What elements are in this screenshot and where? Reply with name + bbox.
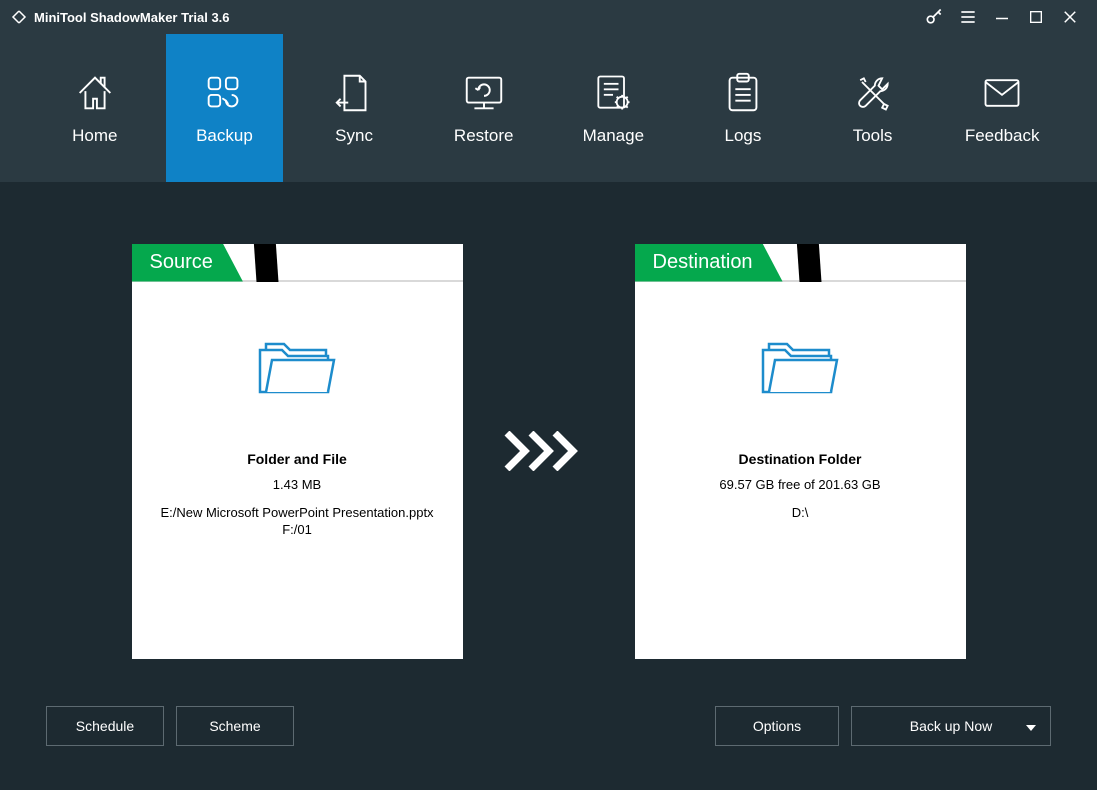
source-card[interactable]: Source Folder and File 1.43 MB E:/New Mi… — [132, 244, 463, 659]
nav-home[interactable]: Home — [36, 34, 154, 182]
source-tab-header: Source — [132, 244, 463, 282]
nav-logs[interactable]: Logs — [684, 34, 802, 182]
destination-size: 69.57 GB free of 201.63 GB — [719, 477, 880, 492]
backup-icon — [201, 70, 247, 116]
backup-now-button[interactable]: Back up Now — [851, 706, 1051, 746]
backup-now-label: Back up Now — [910, 718, 992, 734]
nav-backup-label: Backup — [196, 126, 253, 146]
folder-icon — [254, 332, 340, 405]
nav-backup[interactable]: Backup — [166, 34, 284, 182]
restore-icon — [460, 70, 508, 116]
nav-feedback-label: Feedback — [965, 126, 1040, 146]
menu-icon[interactable] — [951, 0, 985, 34]
nav-home-label: Home — [72, 126, 117, 146]
app-logo-icon — [10, 8, 28, 26]
schedule-button[interactable]: Schedule — [46, 706, 164, 746]
logs-icon — [723, 70, 763, 116]
nav-restore-label: Restore — [454, 126, 514, 146]
nav-restore[interactable]: Restore — [425, 34, 543, 182]
manage-icon — [591, 70, 635, 116]
source-heading: Folder and File — [247, 451, 347, 467]
nav-logs-label: Logs — [725, 126, 762, 146]
minimize-button[interactable] — [985, 0, 1019, 34]
footer-bar: Schedule Scheme Options Back up Now — [0, 700, 1097, 790]
source-size: 1.43 MB — [273, 477, 321, 492]
feedback-icon — [980, 70, 1024, 116]
nav-manage-label: Manage — [583, 126, 644, 146]
nav-tools[interactable]: Tools — [814, 34, 932, 182]
main-nav: Home Backup Sync Restore — [0, 34, 1097, 182]
caret-down-icon — [1026, 718, 1036, 734]
key-icon[interactable] — [917, 0, 951, 34]
titlebar: MiniTool ShadowMaker Trial 3.6 — [0, 0, 1097, 34]
destination-card[interactable]: Destination Destination Folder 69.57 GB … — [635, 244, 966, 659]
destination-tab-header: Destination — [635, 244, 966, 282]
home-icon — [72, 70, 118, 116]
destination-tab-label: Destination — [635, 244, 783, 282]
nav-tools-label: Tools — [853, 126, 893, 146]
nav-sync[interactable]: Sync — [295, 34, 413, 182]
nav-feedback[interactable]: Feedback — [943, 34, 1061, 182]
options-button[interactable]: Options — [715, 706, 839, 746]
folder-icon — [757, 332, 843, 405]
main-area: Source Folder and File 1.43 MB E:/New Mi… — [0, 182, 1097, 700]
close-button[interactable] — [1053, 0, 1087, 34]
sync-icon — [334, 70, 374, 116]
tools-icon — [851, 70, 895, 116]
source-paths: E:/New Microsoft PowerPoint Presentation… — [160, 504, 433, 539]
app-title: MiniTool ShadowMaker Trial 3.6 — [34, 10, 230, 25]
scheme-button[interactable]: Scheme — [176, 706, 294, 746]
arrows-icon — [513, 431, 585, 471]
nav-manage[interactable]: Manage — [555, 34, 673, 182]
destination-paths: D:\ — [792, 504, 809, 522]
maximize-button[interactable] — [1019, 0, 1053, 34]
nav-sync-label: Sync — [335, 126, 373, 146]
destination-heading: Destination Folder — [739, 451, 862, 467]
